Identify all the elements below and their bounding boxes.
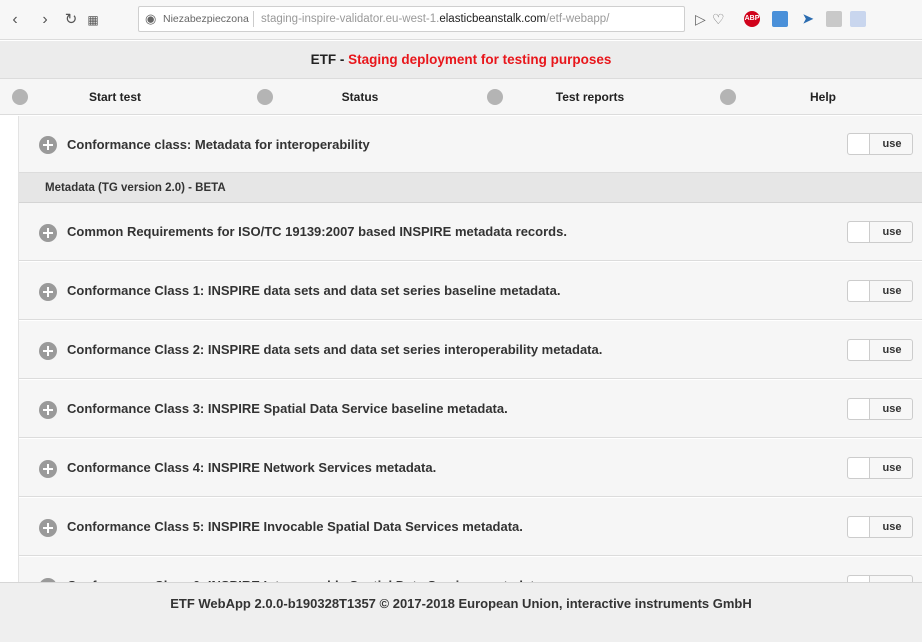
conformance-class-label: Conformance Class 3: INSPIRE Spatial Dat…: [67, 401, 508, 416]
expand-plus-icon[interactable]: [39, 519, 57, 537]
use-toggle[interactable]: use: [847, 221, 913, 243]
expand-plus-icon[interactable]: [39, 401, 57, 419]
toggle-knob: [848, 399, 870, 419]
forward-icon[interactable]: ›: [36, 10, 54, 30]
footer: ETF WebApp 2.0.0-b190328T1357 © 2017-201…: [0, 582, 922, 642]
list-item[interactable]: Conformance Class 6: INSPIRE Interoperab…: [19, 557, 922, 582]
toggle-knob: [848, 340, 870, 360]
toggle-knob: [848, 134, 870, 154]
tab-label: Start test: [88, 90, 141, 104]
toggle-label: use: [882, 285, 902, 297]
list-item[interactable]: Conformance Class 5: INSPIRE Invocable S…: [19, 498, 922, 556]
toggle-label: use: [882, 521, 902, 533]
expand-plus-icon[interactable]: [39, 283, 57, 301]
list-item[interactable]: Conformance class: Metadata for interope…: [19, 116, 922, 173]
use-toggle[interactable]: use: [847, 133, 913, 155]
list-item[interactable]: Conformance Class 2: INSPIRE data sets a…: [19, 321, 922, 379]
toggle-label: use: [882, 138, 902, 150]
use-toggle[interactable]: use: [847, 339, 913, 361]
list-item[interactable]: Common Requirements for ISO/TC 19139:200…: [19, 203, 922, 261]
conformance-class-label: Conformance Class 5: INSPIRE Invocable S…: [67, 519, 523, 534]
toggle-label: use: [882, 462, 902, 474]
expand-plus-icon[interactable]: [39, 224, 57, 242]
toggle-label: use: [882, 344, 902, 356]
group-header: Metadata (TG version 2.0) - BETA: [19, 173, 922, 203]
toggle-label: use: [882, 226, 902, 238]
use-toggle[interactable]: use: [847, 398, 913, 420]
security-label: Niezabezpieczona: [163, 13, 249, 25]
conformance-class-label: Conformance Class 2: INSPIRE data sets a…: [67, 342, 603, 357]
conformance-class-label: Conformance Class 1: INSPIRE data sets a…: [67, 283, 561, 298]
list-item[interactable]: Conformance Class 4: INSPIRE Network Ser…: [19, 439, 922, 497]
use-toggle[interactable]: use: [847, 280, 913, 302]
app-title-sub: Staging deployment for testing purposes: [348, 52, 612, 67]
address-separator: [253, 11, 254, 27]
use-toggle[interactable]: use: [847, 516, 913, 538]
globe-icon: ◉: [145, 11, 157, 26]
back-icon[interactable]: ‹: [6, 10, 24, 30]
toggle-knob: [848, 222, 870, 242]
app-title-main: ETF -: [310, 52, 349, 67]
use-toggle[interactable]: [847, 575, 913, 582]
expand-plus-icon[interactable]: [39, 136, 57, 154]
expand-plus-icon[interactable]: [39, 342, 57, 360]
conformance-class-label: Conformance Class 6: INSPIRE Interoperab…: [67, 557, 545, 582]
list-item[interactable]: Conformance Class 3: INSPIRE Spatial Dat…: [19, 380, 922, 438]
conformance-list: Conformance class: Metadata for interope…: [18, 116, 922, 582]
list-item[interactable]: Conformance Class 1: INSPIRE data sets a…: [19, 262, 922, 320]
translate-icon[interactable]: [772, 11, 788, 27]
conformance-class-label: Common Requirements for ISO/TC 19139:200…: [67, 224, 567, 239]
plane-icon[interactable]: ➤: [800, 11, 816, 27]
send-icon[interactable]: ▷: [695, 11, 706, 28]
browser-toolbar: ‹ › ↻ ▦ ◉ Niezabezpieczona staging-inspi…: [0, 0, 922, 40]
conformance-class-label: Conformance class: Metadata for interope…: [67, 137, 370, 152]
expand-plus-icon[interactable]: [39, 460, 57, 478]
app-title: ETF - Staging deployment for testing pur…: [0, 41, 922, 79]
reload-icon[interactable]: ↻: [62, 10, 80, 30]
tab-label: Status: [341, 90, 379, 104]
use-toggle[interactable]: use: [847, 457, 913, 479]
toggle-knob: [848, 517, 870, 537]
tab-test-reports[interactable]: Test reports: [475, 79, 705, 115]
extension-2-icon[interactable]: [850, 11, 866, 27]
tab-status[interactable]: Status: [245, 79, 475, 115]
extension-icon[interactable]: [826, 11, 842, 27]
main-nav: Start test Status Test reports Help: [0, 79, 922, 115]
apps-grid-icon[interactable]: ▦: [84, 10, 102, 30]
conformance-class-label: Conformance Class 4: INSPIRE Network Ser…: [67, 460, 437, 475]
tab-label: Test reports: [555, 90, 625, 104]
toggle-knob: [848, 458, 870, 478]
tab-start-test[interactable]: Start test: [0, 79, 230, 115]
toggle-label: use: [882, 403, 902, 415]
address-bar[interactable]: ◉ Niezabezpieczona staging-inspire-valid…: [138, 6, 685, 32]
tab-label: Help: [809, 90, 836, 104]
toggle-knob: [848, 281, 870, 301]
bookmark-heart-icon[interactable]: ♡: [712, 11, 725, 28]
adblock-icon[interactable]: ABP: [744, 11, 760, 27]
url-text[interactable]: staging-inspire-validator.eu-west-1.elas…: [261, 7, 609, 31]
tab-help[interactable]: Help: [708, 79, 922, 115]
